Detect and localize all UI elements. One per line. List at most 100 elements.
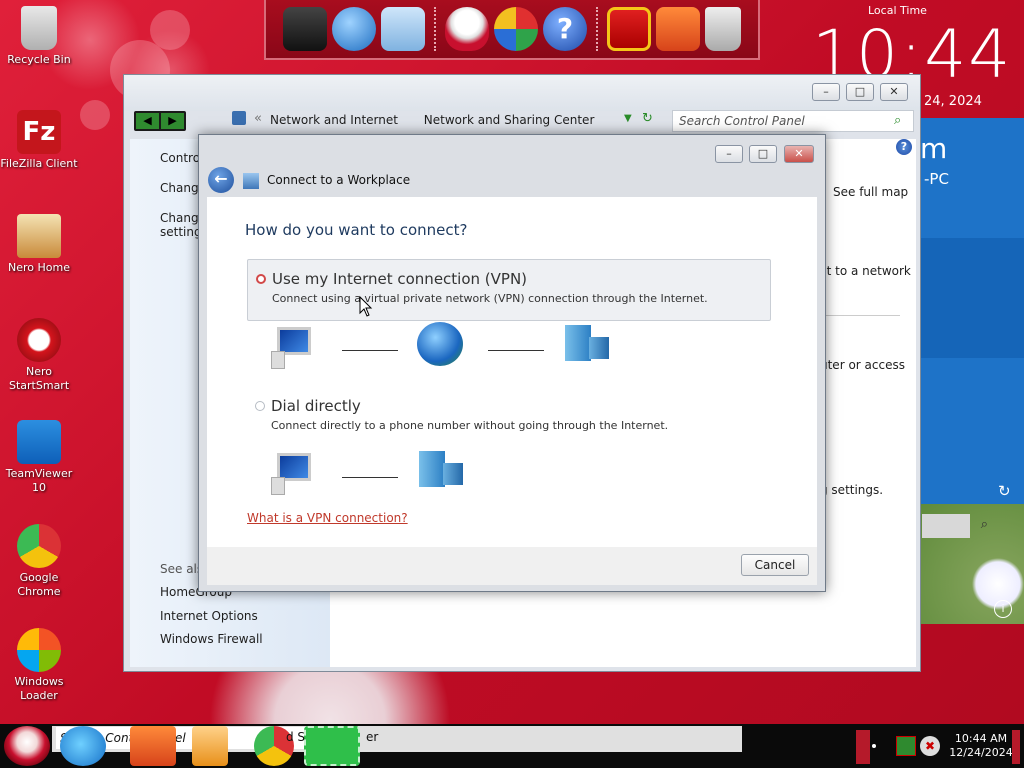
control-panel-taskbar-icon[interactable] [304, 726, 360, 766]
navigation-buttons: ◀ ▶ [134, 111, 186, 131]
start-button[interactable] [4, 726, 50, 766]
see-full-map-link[interactable]: See full map [833, 185, 908, 199]
network-tray-icon[interactable] [896, 736, 916, 756]
nero-startsmart-icon [17, 318, 61, 362]
tray-clock[interactable]: 10:44 AM 12/24/2024 [944, 732, 1018, 760]
taskbar: Search Control Panel d S er ✖ 10:44 AM 1… [0, 724, 1024, 768]
desktop-icon-nero-startsmart[interactable]: Nero StartSmart [0, 318, 78, 393]
option-vpn-heading: Use my Internet connection (VPN) [272, 270, 528, 288]
santa-computer-icon[interactable] [283, 7, 327, 51]
back-button[interactable]: ← [208, 167, 234, 193]
forward-arrow-icon[interactable]: ▶ [161, 113, 184, 129]
option-dial[interactable]: Dial directly Connect directly to a phon… [247, 387, 771, 449]
windows-update-icon[interactable] [494, 7, 538, 51]
settings-text[interactable]: g settings. [820, 483, 883, 497]
search-icon[interactable]: ⌕ [894, 113, 901, 128]
folder-icon[interactable] [656, 7, 700, 51]
workplace-building-icon [563, 325, 609, 369]
globe-network-icon[interactable] [332, 7, 376, 51]
close-button[interactable]: ✕ [880, 83, 908, 101]
help-icon[interactable]: ? [896, 139, 912, 155]
cancel-button[interactable]: Cancel [741, 554, 809, 576]
maximize-button[interactable]: □ [846, 83, 874, 101]
internet-explorer-icon[interactable] [60, 726, 106, 766]
dialog-content: How do you want to connect? Use my Inter… [207, 197, 817, 547]
taskbar-red-block [856, 730, 870, 764]
clock-date: 24, 2024 [924, 94, 982, 109]
connection-line [342, 477, 398, 478]
media-player-icon[interactable] [192, 726, 228, 766]
dock-separator [596, 7, 598, 51]
close-button[interactable]: ✕ [784, 145, 814, 163]
option-vpn[interactable]: Use my Internet connection (VPN) Connect… [247, 259, 771, 321]
desktop-icon-recycle-bin[interactable]: Recycle Bin [0, 6, 78, 67]
vpn-help-link[interactable]: What is a VPN connection? [247, 511, 408, 525]
workplace-building-icon [417, 451, 463, 495]
taskbar-window-label-2: er [366, 730, 379, 744]
refresh-icon[interactable]: ↻ [642, 111, 653, 126]
show-desktop-button[interactable] [1012, 730, 1020, 764]
snowman-icon[interactable] [445, 7, 489, 51]
info-icon[interactable]: i [994, 600, 1012, 618]
desktop-icon-label: Nero Home [8, 261, 70, 274]
control-panel-small-icon [232, 111, 246, 125]
taskbar-window-label: d S [286, 730, 306, 744]
desktop: Recycle Bin Fz FileZilla Client Nero Hom… [0, 0, 1024, 768]
minimize-button[interactable]: – [812, 83, 840, 101]
desktop-icon-filezilla[interactable]: Fz FileZilla Client [0, 110, 78, 171]
control-panel-icon[interactable] [381, 7, 425, 51]
recycle-bin-icon [21, 6, 57, 50]
back-arrow-icon[interactable]: ◀ [136, 113, 159, 129]
desktop-icon-label: TeamViewer 10 [5, 467, 73, 494]
chrome-icon [17, 524, 61, 568]
desktop-icon-label: Recycle Bin [7, 53, 71, 66]
side-search-box[interactable]: ⌕ [922, 514, 988, 538]
connection-line [488, 350, 544, 351]
windows-loader-icon [17, 628, 61, 672]
maximize-button[interactable]: □ [749, 145, 777, 163]
trash-icon[interactable] [705, 7, 741, 51]
side-panel-heading: m [920, 132, 948, 165]
desktop-icon-label: Windows Loader [14, 675, 64, 702]
desktop-icon-teamviewer[interactable]: TeamViewer 10 [0, 420, 78, 495]
globe-icon [417, 322, 463, 366]
app-dock: ? [264, 0, 760, 60]
desktop-icon-label: Nero StartSmart [9, 365, 70, 392]
breadcrumb-sharing-center[interactable]: Network and Sharing Center [424, 113, 595, 127]
radio-vpn[interactable] [256, 274, 266, 284]
refresh-icon[interactable]: ↻ [998, 482, 1011, 500]
option-dial-description: Connect directly to a phone number witho… [271, 419, 669, 432]
breadcrumb: Network and Internet Network and Sharing… [270, 113, 616, 127]
desktop-icon-label: Google Chrome [17, 571, 61, 598]
folder-icon[interactable] [130, 726, 176, 766]
radio-dial[interactable] [255, 401, 265, 411]
help-icon[interactable]: ? [543, 7, 587, 51]
volume-muted-icon[interactable]: ✖ [920, 736, 940, 756]
computer-access-text[interactable]: uter or access [820, 358, 905, 372]
option-dial-heading: Dial directly [271, 397, 361, 415]
link-windows-firewall[interactable]: Windows Firewall [160, 632, 263, 646]
search-input[interactable]: Search Control Panel [672, 110, 914, 132]
search-icon: ⌕ [980, 517, 988, 532]
side-panel-tile [918, 238, 1024, 358]
dialog-footer: Cancel [207, 547, 817, 585]
breadcrumb-network-internet[interactable]: Network and Internet [270, 113, 398, 127]
left-link-control[interactable]: Control [160, 151, 203, 165]
teamviewer-icon [17, 420, 61, 464]
desktop-icon-windows-loader[interactable]: Windows Loader [0, 628, 78, 703]
dialog-title: Connect to a Workplace [267, 173, 411, 187]
mouse-cursor-icon [359, 295, 373, 317]
option-vpn-description: Connect using a virtual private network … [272, 292, 708, 305]
gift-icon[interactable] [607, 7, 651, 51]
desktop-icon-label: FileZilla Client [0, 157, 78, 170]
desktop-icon-nero-home[interactable]: Nero Home [0, 214, 78, 275]
link-internet-options[interactable]: Internet Options [160, 609, 258, 623]
desktop-icon-chrome[interactable]: Google Chrome [0, 524, 78, 599]
connection-line [342, 350, 398, 351]
workplace-icon [243, 173, 259, 189]
tray-dot [872, 744, 876, 748]
filezilla-icon: Fz [17, 110, 61, 154]
minimize-button[interactable]: – [715, 145, 743, 163]
connect-network-link[interactable]: ct to a network [820, 264, 911, 278]
dropdown-arrow-icon[interactable]: ▼ [624, 113, 632, 124]
